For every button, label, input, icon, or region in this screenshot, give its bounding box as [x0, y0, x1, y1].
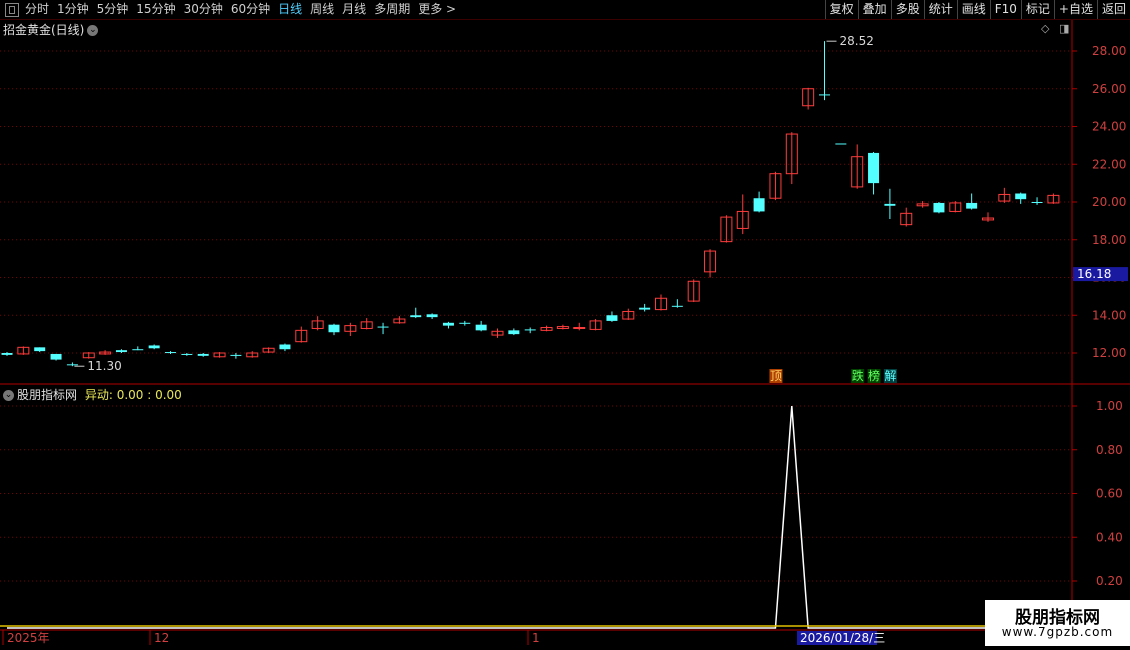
current-price-label: 16.18	[1077, 267, 1111, 281]
signal-marker: 顶	[770, 369, 782, 383]
candle-body	[508, 330, 520, 335]
indicator-label: 0.20	[1096, 574, 1123, 588]
candle-body	[181, 353, 193, 355]
date-label: 12	[154, 631, 169, 645]
candle-body	[671, 305, 683, 307]
watermark: 股朋指标网 www.7gpzb.com	[985, 600, 1130, 646]
candle-body	[426, 314, 438, 318]
candle-body	[606, 315, 618, 321]
indicator-line	[7, 405, 1054, 629]
candle-body	[34, 347, 46, 352]
main-panel-title-row: 招金黄金(日线) ⌄	[3, 21, 99, 38]
price-label: 22.00	[1092, 157, 1126, 171]
cursor-date: 2026/01/28/三	[800, 631, 885, 645]
candle-body	[884, 203, 896, 206]
indicator-title: 股朋指标网	[17, 388, 78, 402]
chevron-down-icon[interactable]: ⌄	[3, 390, 14, 401]
date-label: 1	[532, 631, 540, 645]
candle-body	[1015, 193, 1027, 200]
price-label: 12.00	[1092, 346, 1126, 360]
signal-marker: 跌	[852, 368, 864, 383]
candle-body	[966, 202, 978, 209]
candle-body	[573, 327, 586, 330]
candle-body	[835, 143, 847, 145]
candle-body	[377, 326, 389, 328]
candle-body	[50, 353, 62, 360]
signal-marker: 榜	[868, 368, 880, 383]
price-label: 18.00	[1092, 233, 1126, 247]
signal-marker: 解	[884, 369, 896, 383]
candle-body	[459, 322, 471, 324]
candle-body	[1, 353, 13, 355]
candle-body	[279, 344, 291, 350]
candle-body	[197, 353, 209, 356]
indicator-label: 1.00	[1096, 399, 1123, 413]
candle-body	[524, 329, 536, 331]
candle-body	[328, 324, 340, 333]
price-label: 20.00	[1092, 195, 1126, 209]
candle-body	[132, 349, 144, 351]
candle-body	[148, 345, 160, 349]
candle-body	[442, 322, 454, 326]
candle-body	[1031, 202, 1043, 203]
diamond-icon[interactable]: ◇	[1041, 22, 1049, 35]
watermark-url: www.7gpzb.com	[1001, 625, 1114, 639]
candle-body	[753, 198, 765, 212]
candle-body	[819, 94, 830, 96]
candle-body	[410, 315, 422, 318]
panel-toggle-icon[interactable]: ◨	[1059, 22, 1069, 35]
kline-chart: 28.0026.0024.0022.0020.0018.0016.0014.00…	[0, 20, 1130, 645]
candle-body	[475, 324, 487, 331]
price-label: 14.00	[1092, 308, 1126, 322]
low-label: 11.30	[87, 359, 121, 373]
candle-body	[639, 307, 651, 310]
candle-body	[868, 152, 880, 184]
candle-body	[165, 352, 176, 354]
indicator-label: 0.60	[1096, 487, 1123, 501]
indicator-title-row: ⌄ 股朋指标网 异动: 0.00 : 0.00	[3, 386, 182, 403]
price-label: 28.00	[1092, 44, 1126, 58]
candle-body	[66, 364, 78, 366]
candle-body	[933, 202, 945, 213]
high-label: 28.52	[840, 34, 874, 48]
indicator-label: 0.40	[1096, 530, 1123, 544]
date-label: 2025年	[7, 631, 50, 645]
indicator-label: 0.80	[1096, 443, 1123, 457]
stock-title: 招金黄金(日线)	[3, 23, 85, 37]
candle-body	[115, 350, 127, 353]
price-label: 26.00	[1092, 82, 1126, 96]
chevron-down-icon[interactable]: ⌄	[87, 25, 99, 36]
price-label: 24.00	[1092, 120, 1126, 134]
indicator-value: 异动: 0.00 : 0.00	[84, 388, 182, 402]
candle-body	[230, 354, 242, 356]
